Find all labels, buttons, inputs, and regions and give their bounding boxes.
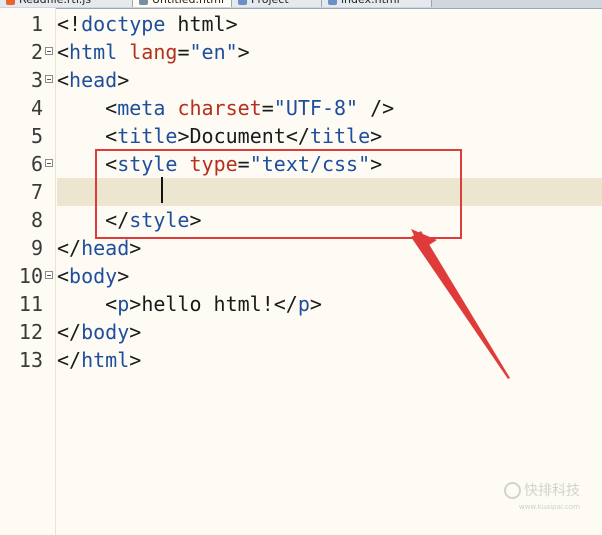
watermark-url: www.kuaipai.com bbox=[518, 503, 580, 511]
annotation-arrow bbox=[411, 229, 510, 379]
watermark-logo-icon bbox=[504, 481, 521, 499]
watermark-brand: 快排科技 bbox=[524, 483, 580, 499]
watermark: 快排科技 bbox=[504, 480, 580, 500]
